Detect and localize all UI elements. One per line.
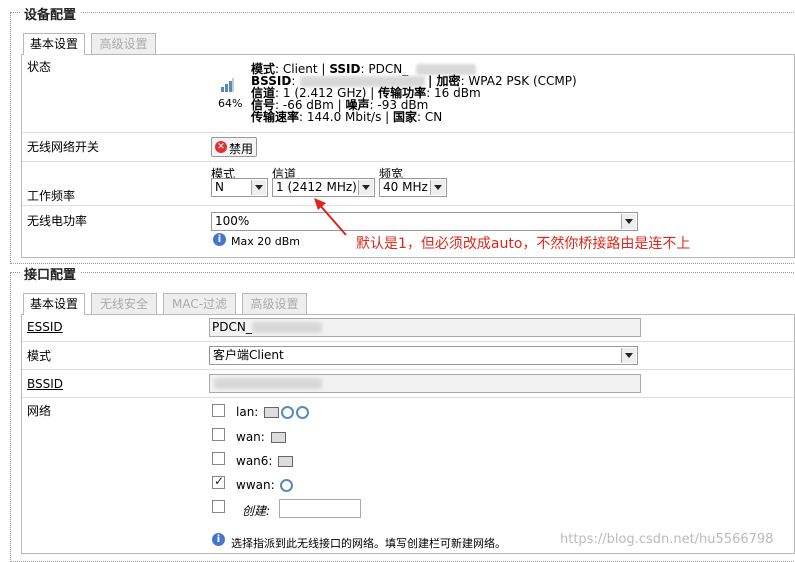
tab-interface-basic[interactable]: 基本设置 [23,293,85,315]
network-wan6-checkbox[interactable] [212,452,225,465]
width-select[interactable]: 40 MHz [379,178,447,197]
network-wwan-label: wwan: [236,478,294,492]
watermark: https://blog.csdn.net/hu5566798 [560,532,774,547]
bssid-redacted [214,378,322,389]
annotation-text: 默认是1，但必须改成auto，不然你桥接路由是连不上 [356,236,691,252]
network-hint: 选择指派到此无线接口的网络。填写创建栏可新建网络。 [231,537,506,550]
network-wan6-label: wan6: [236,454,294,468]
wireless-switch-label: 无线网络开关 [27,140,100,154]
divider [22,205,794,206]
country-key: 国家 [393,110,418,124]
interface-config-legend: 接口配置 [20,264,81,283]
ethernet-icon [264,407,280,418]
divider [22,132,794,133]
ssid-value: : PDCN_ [360,62,409,76]
disable-button[interactable]: ✕ 禁用 [211,137,257,157]
chevron-down-icon [358,180,373,195]
width-value: 40 MHz [383,180,428,194]
network-create-label: 创建: [242,504,271,518]
tab-interface-advanced[interactable]: 高级设置 [242,293,307,314]
network-wan-label: wan: [236,430,286,444]
disable-icon: ✕ [215,141,227,153]
network-create-input[interactable] [279,499,361,518]
status-line-5: 传输速率: 144.0 Mbit/s | 国家: CN [251,111,442,123]
info-icon: i [212,533,225,546]
divider [22,161,794,162]
essid-label: ESSID [27,320,63,334]
txpower-select[interactable]: 100% [211,212,638,231]
status-label: 状态 [27,60,52,74]
network-lan-name: lan: [236,405,259,419]
signal-percent: 64% [218,97,243,110]
divider [22,369,794,370]
frequency-label: 工作频率 [27,189,76,203]
network-label: 网络 [27,404,52,418]
annotation-arrow [314,198,347,236]
network-wwan-name: wwan: [236,478,275,492]
country-value: : CN [417,110,443,124]
txpower-value: 100% [215,214,250,228]
tab-wireless-security[interactable]: 无线安全 [91,293,157,314]
essid-redacted [252,322,322,333]
hwmode-select[interactable]: N [211,178,268,197]
network-lan-label: lan: [236,405,310,419]
chevron-down-icon [430,180,445,195]
network-wwan-checkbox[interactable] [212,474,225,489]
network-create-checkbox[interactable] [212,500,225,513]
bitrate-value: : 144.0 Mbit/s | [299,110,390,124]
txpower-label: 无线电功率 [27,214,88,228]
network-lan-checkbox[interactable] [212,404,225,417]
ethernet-icon [270,432,286,443]
txpower-value: : 16 dBm [426,86,481,100]
ssid-key: SSID [329,62,361,76]
chevron-down-icon [621,214,636,229]
divider [22,341,794,342]
essid-value: PDCN_ [212,320,252,334]
device-config-legend: 设备配置 [20,4,81,23]
txpower-hint: Max 20 dBm [231,235,300,248]
channel-value: 1 (2412 MHz) [276,180,357,194]
mode-label: 模式 [27,349,52,363]
network-wan-checkbox[interactable] [212,428,225,441]
tab-device-basic[interactable]: 基本设置 [23,33,85,55]
chevron-down-icon [251,180,266,195]
ethernet-icon [278,456,294,467]
bitrate-key: 传输速率 [251,110,300,124]
disable-button-label: 禁用 [229,142,254,156]
mode-select[interactable]: 客户端Client [209,346,638,365]
wifi-icon [296,406,310,419]
tab-mac-filter[interactable]: MAC-过滤 [163,293,236,314]
divider [22,397,794,398]
chevron-down-icon [621,348,636,363]
network-wan-name: wan: [236,430,265,444]
mode-value: 客户端Client [213,348,284,362]
wifi-icon [281,406,295,419]
bssid-label: BSSID [27,377,64,391]
wifi-icon [280,479,294,492]
hwmode-value: N [215,180,224,194]
signal-strength-icon [220,78,234,92]
network-wan6-name: wan6: [236,454,273,468]
info-icon: i [213,233,226,246]
tab-device-advanced[interactable]: 高级设置 [91,33,156,54]
